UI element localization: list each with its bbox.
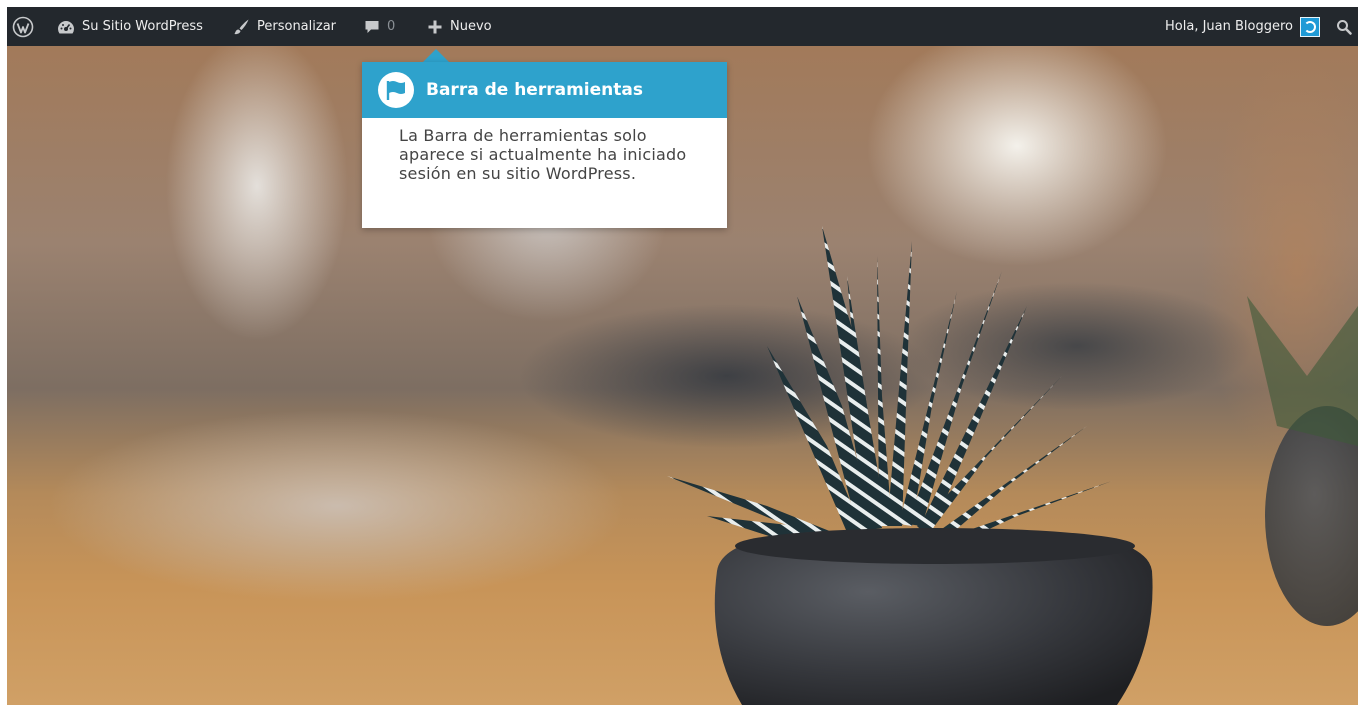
comments-count: 0 bbox=[387, 19, 396, 34]
wordpress-logo-icon bbox=[12, 16, 34, 37]
site-name-label: Su Sitio WordPress bbox=[82, 19, 203, 34]
customize-label: Personalizar bbox=[257, 19, 337, 34]
dashboard-gauge-icon bbox=[58, 20, 74, 33]
site-name-menu[interactable]: Su Sitio WordPress bbox=[57, 7, 203, 46]
tooltip-header: Barra de herramientas bbox=[362, 62, 727, 118]
new-label: Nuevo bbox=[450, 19, 492, 34]
wordpress-menu[interactable] bbox=[12, 7, 34, 46]
tooltip-title: Barra de herramientas bbox=[426, 80, 643, 100]
avatar bbox=[1300, 16, 1320, 37]
admin-toolbar: Su Sitio WordPress Personalizar 0 Nuevo … bbox=[7, 7, 1358, 46]
tooltip-body: La Barra de herramientas solo aparece si… bbox=[399, 126, 687, 183]
browser-viewport: Su Sitio WordPress Personalizar 0 Nuevo … bbox=[0, 0, 1358, 705]
flag-icon bbox=[386, 81, 405, 100]
account-greeting: Hola, Juan Bloggero bbox=[1165, 19, 1293, 34]
tooltip-badge bbox=[378, 72, 414, 108]
search-icon bbox=[1337, 19, 1352, 35]
comments-link[interactable]: 0 bbox=[364, 7, 395, 46]
comment-bubble-icon bbox=[365, 20, 379, 33]
plus-icon bbox=[428, 20, 442, 33]
new-content-menu[interactable]: Nuevo bbox=[427, 7, 492, 46]
tooltip-arrow bbox=[423, 49, 449, 62]
toolbar-tooltip: Barra de herramientas La Barra de herram… bbox=[362, 62, 727, 228]
customize-link[interactable]: Personalizar bbox=[232, 7, 336, 46]
my-account-menu[interactable]: Hola, Juan Bloggero bbox=[1165, 7, 1320, 46]
search-toggle[interactable] bbox=[1332, 7, 1356, 46]
paintbrush-icon bbox=[234, 19, 249, 34]
